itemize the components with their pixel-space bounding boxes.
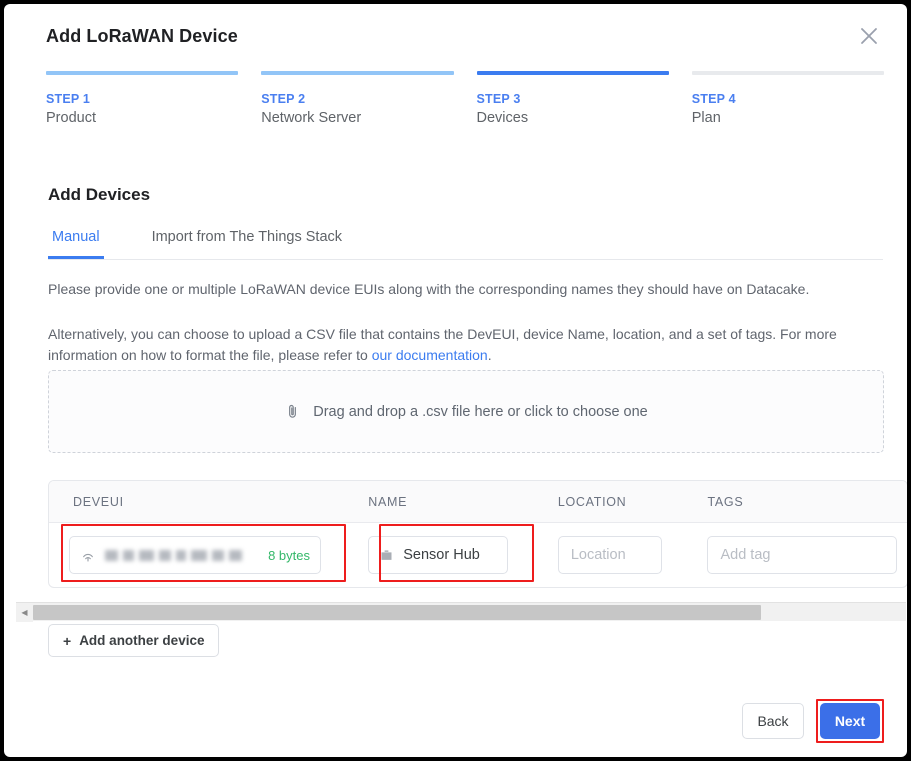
step-4[interactable]: STEP 4 Plan xyxy=(691,71,884,126)
tab-import-things-stack[interactable]: Import from The Things Stack xyxy=(148,220,346,259)
step-3[interactable]: STEP 3 Devices xyxy=(476,71,669,126)
step-2-label: Network Server xyxy=(261,110,362,126)
deveui-input[interactable]: 8 bytes xyxy=(69,536,321,574)
step-1-bar xyxy=(46,71,239,75)
deveui-redacted-value xyxy=(105,549,242,561)
add-another-device-button[interactable]: + Add another device xyxy=(48,624,220,657)
step-4-number: STEP 4 xyxy=(691,92,736,106)
column-header-location: LOCATION xyxy=(557,494,627,509)
step-3-label: Devices xyxy=(476,110,529,126)
description-paragraph-2: Alternatively, you can choose to upload … xyxy=(48,324,884,366)
table-row: 8 bytes Sensor Hub Location Add tag xyxy=(49,523,907,587)
description-paragraph-1: Please provide one or multiple LoRaWAN d… xyxy=(48,281,810,297)
close-icon[interactable] xyxy=(857,24,881,48)
deveui-byte-count: 8 bytes xyxy=(268,547,310,563)
step-2-number: STEP 2 xyxy=(261,92,306,106)
dropzone-label: Drag and drop a .csv file here or click … xyxy=(313,403,648,420)
step-1-number: STEP 1 xyxy=(46,92,91,106)
devices-table: DEVEUI NAME LOCATION TAGS 8 bytes Sensor… xyxy=(48,480,907,588)
add-lorawan-device-modal: Add LoRaWAN Device STEP 1 Product STEP 2… xyxy=(4,4,907,757)
wizard-stepper: STEP 1 Product STEP 2 Network Server STE… xyxy=(46,71,884,126)
antenna-icon xyxy=(80,547,96,563)
column-header-tags: TAGS xyxy=(707,494,744,509)
description-paragraph-2-suffix: . xyxy=(487,347,492,363)
step-1-label: Product xyxy=(46,110,96,126)
chevron-left-icon[interactable]: ◀ xyxy=(16,602,33,622)
add-another-device-label: Add another device xyxy=(79,633,205,648)
tab-manual[interactable]: Manual xyxy=(48,220,104,259)
cell-tags: Add tag xyxy=(707,536,907,574)
next-button[interactable]: Next xyxy=(820,703,880,739)
cell-deveui: 8 bytes xyxy=(49,536,368,574)
step-1[interactable]: STEP 1 Product xyxy=(46,71,239,126)
back-button[interactable]: Back xyxy=(742,703,804,739)
documentation-link[interactable]: our documentation xyxy=(372,347,488,363)
device-name-value: Sensor Hub xyxy=(403,547,480,563)
step-3-bar xyxy=(476,71,669,75)
tab-bar: Manual Import from The Things Stack xyxy=(48,220,883,260)
section-title: Add Devices xyxy=(48,185,151,204)
page-title: Add LoRaWAN Device xyxy=(46,26,238,46)
column-header-deveui: DEVEUI xyxy=(73,494,124,509)
step-2-bar xyxy=(261,71,454,75)
table-header-row: DEVEUI NAME LOCATION TAGS xyxy=(49,481,907,523)
device-name-input[interactable]: Sensor Hub xyxy=(368,536,509,574)
horizontal-scrollbar[interactable]: ◀ xyxy=(16,602,906,622)
step-4-label: Plan xyxy=(691,110,721,126)
location-input[interactable]: Location xyxy=(557,536,662,574)
device-hub-icon xyxy=(379,548,394,563)
scrollbar-thumb[interactable] xyxy=(33,604,761,620)
tags-input[interactable]: Add tag xyxy=(707,536,898,574)
step-3-number: STEP 3 xyxy=(476,92,521,106)
cell-location: Location xyxy=(557,536,708,574)
csv-dropzone[interactable]: Drag and drop a .csv file here or click … xyxy=(48,370,884,453)
column-header-name: NAME xyxy=(368,494,408,509)
step-4-bar xyxy=(691,71,884,75)
step-2[interactable]: STEP 2 Network Server xyxy=(261,71,454,126)
paperclip-icon xyxy=(284,403,301,420)
plus-icon: + xyxy=(63,632,72,649)
cell-name: Sensor Hub xyxy=(368,536,558,574)
